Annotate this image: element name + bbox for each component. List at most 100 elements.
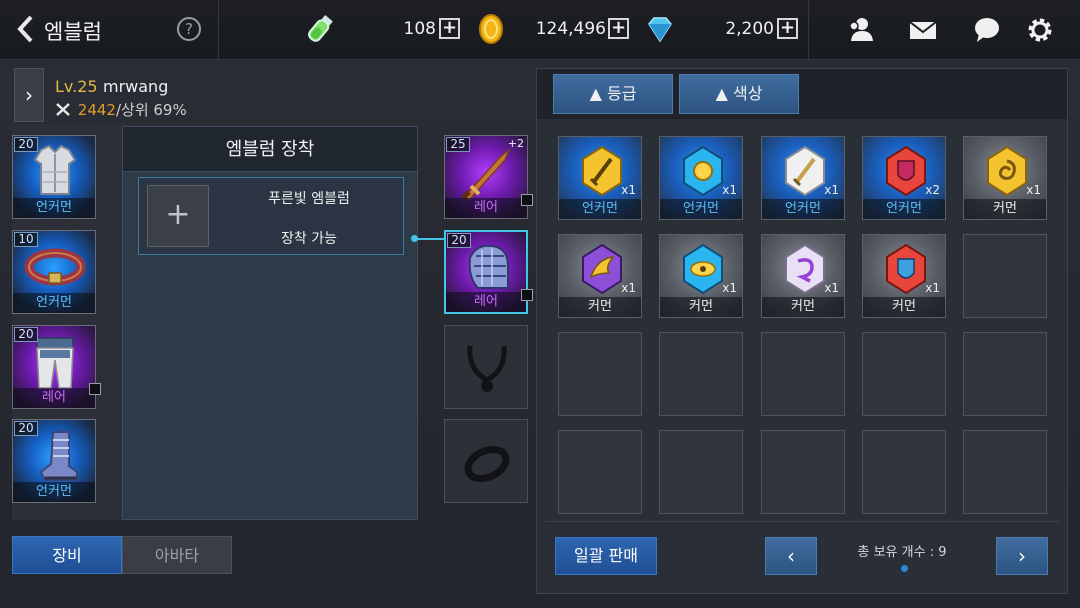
inventory-empty-slot[interactable] bbox=[659, 332, 743, 416]
bulk-sell-button[interactable]: 일괄 판매 bbox=[555, 537, 657, 575]
emblem-slot[interactable]: + 푸른빛 엠블럼 장착 가능 bbox=[138, 177, 404, 255]
emblem-slot-name: 푸른빛 엠블럼 bbox=[268, 191, 350, 207]
add-gold-button[interactable]: + bbox=[608, 18, 629, 39]
equip-slot-pants[interactable]: 20 레어 bbox=[12, 325, 96, 409]
item-quantity: x1 bbox=[621, 281, 636, 295]
diamond-icon bbox=[648, 17, 672, 43]
inventory-item[interactable]: x1 커먼 bbox=[659, 234, 743, 318]
rank-percent: /상위 69% bbox=[115, 101, 187, 119]
divider bbox=[218, 0, 219, 60]
equip-slot-boots[interactable]: 20 언커먼 bbox=[12, 419, 96, 503]
crossed-swords-icon bbox=[56, 103, 70, 116]
inventory-empty-slot[interactable] bbox=[862, 332, 946, 416]
add-stamina-button[interactable]: + bbox=[439, 18, 460, 39]
inventory-item[interactable]: x1 언커먼 bbox=[659, 136, 743, 220]
item-level: 10 bbox=[14, 232, 38, 247]
inventory-empty-slot[interactable] bbox=[558, 332, 642, 416]
item-quantity: x1 bbox=[722, 183, 737, 197]
character-name: mrwang bbox=[103, 77, 169, 96]
gold-value: 124,496 bbox=[535, 19, 606, 39]
item-grade: 레어 bbox=[13, 388, 95, 408]
item-quantity: x1 bbox=[722, 281, 737, 295]
necklace-icon bbox=[467, 345, 507, 392]
item-grade: 언커먼 bbox=[660, 199, 742, 219]
add-emblem-button[interactable]: + bbox=[147, 185, 209, 247]
help-button[interactable]: ? bbox=[177, 17, 201, 41]
inventory-item[interactable]: x1 커먼 bbox=[558, 234, 642, 318]
item-grade: 언커먼 bbox=[13, 293, 95, 313]
chevron-left-icon bbox=[17, 15, 33, 43]
inventory-item[interactable]: x1 언커먼 bbox=[558, 136, 642, 220]
item-quantity: x1 bbox=[824, 281, 839, 295]
inventory-empty-slot[interactable] bbox=[659, 430, 743, 514]
equip-slot-belt[interactable]: 10 언커먼 bbox=[12, 230, 96, 314]
item-level: 20 bbox=[14, 137, 38, 152]
connector-line bbox=[417, 238, 445, 240]
mail-icon[interactable] bbox=[907, 14, 939, 46]
inventory-empty-slot[interactable] bbox=[558, 430, 642, 514]
item-quantity: x1 bbox=[925, 281, 940, 295]
item-level: 20 bbox=[14, 421, 38, 436]
cyan-eye-gem-icon bbox=[683, 243, 723, 295]
purple-wing-gem-icon bbox=[582, 243, 622, 295]
inventory-empty-slot[interactable] bbox=[963, 430, 1047, 514]
equip-slot-necklace[interactable] bbox=[444, 325, 528, 409]
add-gem-button[interactable]: + bbox=[777, 18, 798, 39]
equipped-marker bbox=[521, 289, 533, 301]
item-level: 25 bbox=[446, 137, 470, 152]
page-indicator bbox=[901, 565, 908, 572]
tab-equipment[interactable]: 장비 bbox=[12, 536, 122, 574]
inventory-item[interactable]: x1 커먼 bbox=[761, 234, 845, 318]
emblem-slot-status: 장착 가능 bbox=[281, 231, 337, 247]
equip-slot-ring[interactable] bbox=[444, 419, 528, 503]
equip-slot-weapon[interactable]: 25 +2 레어 bbox=[444, 135, 528, 219]
ring-icon bbox=[464, 445, 510, 483]
inventory-empty-slot[interactable] bbox=[963, 332, 1047, 416]
white-purple-gem-icon bbox=[785, 243, 825, 295]
enhance-level: +2 bbox=[507, 137, 524, 150]
friends-icon[interactable] bbox=[845, 14, 877, 46]
settings-icon[interactable] bbox=[1024, 14, 1056, 46]
equip-slot-gloves[interactable]: 20 레어 bbox=[444, 230, 528, 314]
equip-slot-armor[interactable]: 20 언커먼 bbox=[12, 135, 96, 219]
sort-by-color-button[interactable]: ▲ 색상 bbox=[679, 74, 799, 114]
sort-by-grade-button[interactable]: ▲ 등급 bbox=[553, 74, 673, 114]
prev-page-button[interactable]: ‹ bbox=[765, 537, 817, 575]
inventory-empty-slot[interactable] bbox=[761, 430, 845, 514]
equipped-marker bbox=[521, 194, 533, 206]
red-shield-gem-icon bbox=[886, 243, 926, 295]
inventory-empty-slot[interactable] bbox=[761, 332, 845, 416]
chat-icon[interactable] bbox=[971, 14, 1003, 46]
divider bbox=[808, 0, 809, 60]
equipped-marker bbox=[89, 383, 101, 395]
gem-value: 2,200 bbox=[725, 19, 774, 39]
total-count: 총 보유 개수 : 9 bbox=[857, 545, 947, 560]
inventory-item[interactable]: x1 커먼 bbox=[963, 136, 1047, 220]
back-button[interactable] bbox=[14, 14, 38, 44]
item-grade: 커먼 bbox=[559, 297, 641, 317]
divider bbox=[545, 521, 1060, 522]
inventory-item[interactable]: x1 커먼 bbox=[862, 234, 946, 318]
inventory-empty-slot[interactable] bbox=[862, 430, 946, 514]
item-grade: 커먼 bbox=[762, 297, 844, 317]
stamina-value: 108 bbox=[403, 19, 436, 39]
item-level: 20 bbox=[14, 327, 38, 342]
emblem-equip-panel: 엠블럼 장착 + 푸른빛 엠블럼 장착 가능 bbox=[122, 126, 418, 520]
power-row: 2442/상위 69% bbox=[55, 99, 187, 120]
item-quantity: x1 bbox=[1026, 183, 1041, 197]
red-shield-gem-icon bbox=[886, 145, 926, 197]
item-quantity: x1 bbox=[621, 183, 636, 197]
item-quantity: x1 bbox=[824, 183, 839, 197]
item-level: 20 bbox=[447, 233, 471, 248]
inventory-item[interactable]: x2 언커먼 bbox=[862, 136, 946, 220]
inventory-item[interactable]: x1 언커먼 bbox=[761, 136, 845, 220]
tab-avatar[interactable]: 아바타 bbox=[122, 536, 232, 574]
vial-icon bbox=[308, 15, 333, 42]
emblem-panel-title: 엠블럼 장착 bbox=[123, 127, 417, 172]
next-page-button[interactable]: › bbox=[996, 537, 1048, 575]
inventory-empty-slot[interactable] bbox=[963, 234, 1047, 318]
expand-character-button[interactable]: › bbox=[14, 68, 44, 122]
blue-sun-gem-icon bbox=[683, 145, 723, 197]
item-quantity: x2 bbox=[925, 183, 940, 197]
item-grade: 레어 bbox=[446, 292, 526, 312]
